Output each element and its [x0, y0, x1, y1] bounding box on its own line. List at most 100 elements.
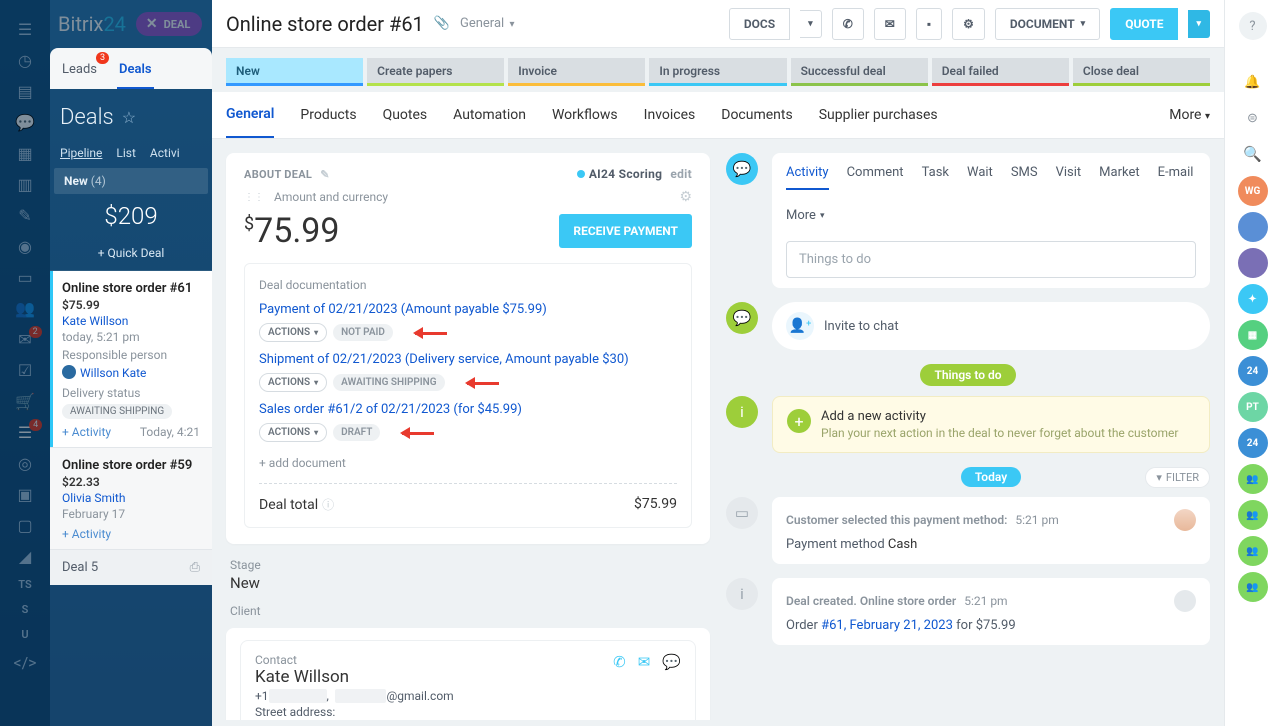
- act-tab-visit[interactable]: Visit: [1056, 165, 1082, 190]
- act-tab-sms[interactable]: SMS: [1011, 165, 1038, 190]
- info-icon: i: [726, 396, 758, 428]
- chat-button[interactable]: ▪: [916, 8, 942, 40]
- plus-icon[interactable]: +: [787, 409, 811, 433]
- stage-label-new[interactable]: New (4): [54, 168, 208, 194]
- lines-icon[interactable]: ⊜: [1239, 104, 1267, 132]
- doc-sales-order-link[interactable]: Sales order #61/2 of 02/21/2023 (for $45…: [259, 402, 677, 417]
- doc-shipment-link[interactable]: Shipment of 02/21/2023 (Delivery service…: [259, 352, 677, 367]
- act-tab-activity[interactable]: Activity: [786, 165, 829, 190]
- workspace-avatar[interactable]: 👥: [1238, 536, 1268, 566]
- email-button[interactable]: ✉: [874, 8, 906, 40]
- workspace-avatar[interactable]: PT: [1238, 392, 1268, 422]
- edit-icon[interactable]: ✎: [320, 168, 330, 181]
- tab-deals[interactable]: Deals: [117, 56, 154, 89]
- subtab-documents[interactable]: Documents: [721, 93, 792, 137]
- docs-dropdown[interactable]: ▾: [800, 10, 822, 38]
- quick-deal-button[interactable]: + Quick Deal: [50, 240, 212, 271]
- subtab-invoices[interactable]: Invoices: [644, 93, 696, 137]
- contact-chat-icon[interactable]: 💬: [662, 653, 681, 671]
- contact-email-icon[interactable]: ✉: [638, 653, 651, 671]
- settings-button[interactable]: ⚙: [952, 8, 985, 40]
- ai-scoring[interactable]: AI24 Scoring: [577, 167, 663, 181]
- deal-total-row: Deal totalⓘ $75.99: [259, 496, 677, 513]
- act-tab-wait[interactable]: Wait: [967, 165, 993, 190]
- actions-dropdown[interactable]: ACTIONS ▾: [259, 423, 327, 442]
- tab-leads[interactable]: Leads3: [60, 56, 99, 89]
- stage-failed[interactable]: Deal failed: [932, 58, 1069, 86]
- actions-dropdown[interactable]: ACTIONS ▾: [259, 373, 327, 392]
- avatar[interactable]: [1174, 509, 1196, 531]
- workspace-avatar[interactable]: 24: [1238, 428, 1268, 458]
- view-activity[interactable]: Activi: [150, 146, 180, 160]
- subtab-quotes[interactable]: Quotes: [383, 93, 428, 137]
- docs-button[interactable]: DOCS: [729, 8, 790, 40]
- bell-icon[interactable]: 🔔: [1239, 68, 1267, 96]
- deal-card-5[interactable]: Deal 5⎙: [50, 550, 212, 585]
- panel-header: Online store order #61 📎 General ▾ DOCS▾…: [212, 0, 1224, 48]
- sub-tabs: General Products Quotes Automation Workf…: [212, 92, 1224, 139]
- printer-icon[interactable]: ⎙: [190, 560, 200, 575]
- order-link[interactable]: #61, February 21, 2023: [821, 618, 953, 633]
- view-pipeline[interactable]: Pipeline: [60, 146, 102, 160]
- subtab-workflows[interactable]: Workflows: [552, 93, 618, 137]
- payment-method-icon: ▭: [726, 497, 758, 529]
- stage-in-progress[interactable]: In progress: [649, 58, 786, 86]
- subtab-automation[interactable]: Automation: [453, 93, 526, 137]
- receive-payment-button[interactable]: RECEIVE PAYMENT: [559, 214, 692, 248]
- search-icon[interactable]: 🔍: [1239, 140, 1267, 168]
- info-grey-icon: i: [726, 578, 758, 610]
- drag-handle[interactable]: ⋮⋮: [244, 192, 264, 203]
- edit-link[interactable]: edit: [670, 167, 692, 181]
- help-icon[interactable]: ?: [1239, 12, 1267, 40]
- stage-invoice[interactable]: Invoice: [508, 58, 645, 86]
- act-tab-email[interactable]: E-mail: [1158, 165, 1194, 190]
- star-icon[interactable]: ☆: [122, 108, 136, 127]
- stage-successful[interactable]: Successful deal: [791, 58, 928, 86]
- filter-button[interactable]: ▾FILTER: [1145, 467, 1210, 488]
- workspace-avatar[interactable]: 24: [1238, 356, 1268, 386]
- add-activity-link[interactable]: + Activity: [62, 527, 111, 541]
- doc-payment-link[interactable]: Payment of 02/21/2023 (Amount payable $7…: [259, 302, 677, 317]
- deal-card-61[interactable]: Online store order #61 $75.99 Kate Wills…: [50, 271, 212, 448]
- gear-icon[interactable]: ⚙: [679, 189, 692, 205]
- shipping-badge: AWAITING SHIPPING: [62, 404, 172, 419]
- subtab-supplier[interactable]: Supplier purchases: [819, 93, 938, 137]
- invite-chat-card[interactable]: 👤⁺ Invite to chat: [772, 302, 1210, 350]
- quote-dropdown[interactable]: ▾: [1188, 10, 1210, 38]
- stage-new[interactable]: New: [226, 58, 363, 86]
- contact-phone-icon[interactable]: ✆: [613, 653, 626, 671]
- breadcrumb[interactable]: General ▾: [460, 16, 514, 31]
- actions-dropdown[interactable]: ACTIONS ▾: [259, 323, 327, 342]
- add-document-link[interactable]: + add document: [259, 456, 346, 470]
- contact-name[interactable]: Kate Willson: [255, 667, 349, 687]
- act-tab-more[interactable]: More ▾: [786, 208, 824, 231]
- workspace-avatar[interactable]: 👥: [1238, 464, 1268, 494]
- stage-close[interactable]: Close deal: [1073, 58, 1210, 86]
- stage-bar: New Create papers Invoice In progress Su…: [212, 48, 1224, 92]
- workspace-avatar[interactable]: WG: [1238, 176, 1268, 206]
- document-button[interactable]: DOCUMENT ▾: [995, 8, 1100, 40]
- act-tab-task[interactable]: Task: [922, 165, 949, 190]
- act-tab-market[interactable]: Market: [1099, 165, 1139, 190]
- quote-button[interactable]: QUOTE: [1110, 8, 1178, 40]
- act-tab-comment[interactable]: Comment: [847, 165, 904, 190]
- avatar[interactable]: [1174, 590, 1196, 612]
- phone-button[interactable]: ✆: [832, 8, 864, 40]
- workspace-avatar[interactable]: 👥: [1238, 500, 1268, 530]
- attach-icon[interactable]: 📎: [434, 16, 450, 31]
- workspace-avatar[interactable]: [1238, 248, 1268, 278]
- deal-card-59[interactable]: Online store order #59 $22.33 Olivia Smi…: [50, 448, 212, 550]
- add-activity-link[interactable]: + Activity: [62, 425, 111, 439]
- view-list[interactable]: List: [116, 146, 136, 160]
- workspace-avatar[interactable]: ▦: [1238, 320, 1268, 350]
- add-activity-hint[interactable]: + Add a new activity Plan your next acti…: [772, 396, 1210, 453]
- workspace-avatar[interactable]: ✦: [1238, 284, 1268, 314]
- todo-input[interactable]: Things to do: [786, 241, 1196, 278]
- subtab-general[interactable]: General: [226, 92, 274, 138]
- workspace-avatar[interactable]: 👥: [1238, 572, 1268, 602]
- workspace-avatar[interactable]: [1238, 212, 1268, 242]
- subtab-more[interactable]: More ▾: [1169, 107, 1210, 123]
- stage-create-papers[interactable]: Create papers: [367, 58, 504, 86]
- subtab-products[interactable]: Products: [300, 93, 356, 137]
- status-not-paid: NOT PAID: [333, 324, 393, 341]
